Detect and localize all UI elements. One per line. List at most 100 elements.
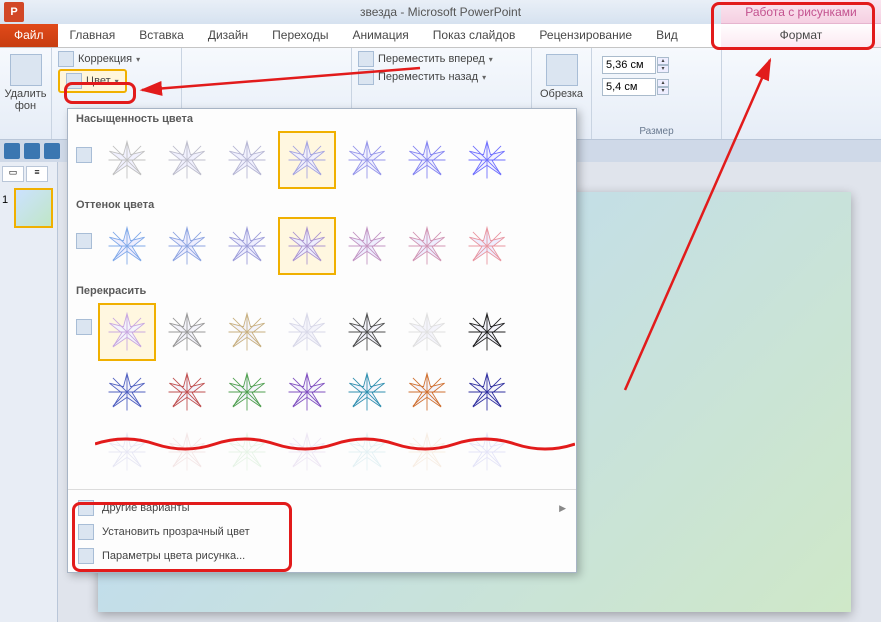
color-swatch[interactable] [278, 363, 336, 421]
tab-slideshow[interactable]: Показ слайдов [421, 23, 528, 47]
tab-insert[interactable]: Вставка [127, 23, 196, 47]
color-dropdown: Насыщенность цвета Оттенок цвета [67, 108, 577, 573]
remove-bg-icon [10, 54, 42, 86]
height-spinner[interactable]: ▴▾ [657, 57, 669, 73]
color-swatch[interactable] [398, 131, 456, 189]
color-swatch[interactable] [98, 217, 156, 275]
star-icon [285, 310, 329, 354]
tab-design[interactable]: Дизайн [196, 23, 260, 47]
send-backward-label: Переместить назад [378, 71, 478, 83]
style-preset-2[interactable] [232, 54, 272, 94]
outline-tab[interactable]: ≡ [26, 166, 48, 182]
color-swatch[interactable] [278, 303, 336, 361]
star-icon [405, 370, 449, 414]
submenu-arrow-icon: ▶ [559, 503, 566, 514]
tab-view[interactable]: Вид [644, 23, 690, 47]
star-icon [165, 224, 209, 268]
color-swatch[interactable] [98, 131, 156, 189]
star-icon [345, 224, 389, 268]
save-icon[interactable] [4, 143, 20, 159]
tone-grid [68, 215, 576, 281]
app-icon: P [4, 2, 24, 22]
dropdown-footer: Другие варианты ▶ Установить прозрачный … [68, 492, 576, 572]
color-swatch[interactable] [338, 131, 396, 189]
height-input-row: ▴▾ [598, 56, 715, 74]
star-icon [225, 310, 269, 354]
color-label: Цвет [86, 75, 111, 87]
star-icon [405, 224, 449, 268]
undo-icon[interactable] [24, 143, 40, 159]
slide-thumbnail-1[interactable] [14, 188, 53, 228]
star-icon [225, 138, 269, 182]
color-swatch[interactable] [458, 303, 516, 361]
color-swatch[interactable] [158, 217, 216, 275]
corrections-button[interactable]: Коррекция ▾ [58, 50, 175, 68]
chevron-down-icon: ▾ [136, 55, 140, 64]
color-swatch[interactable] [278, 131, 336, 189]
group-size: ▴▾ ▴▾ Размер [592, 48, 722, 139]
recolor-section-title: Перекрасить [68, 281, 576, 301]
tab-animations[interactable]: Анимация [340, 23, 420, 47]
crop-label: Обрезка [540, 88, 583, 100]
more-variants-item[interactable]: Другие варианты ▶ [68, 496, 576, 520]
chevron-down-icon: ▾ [489, 55, 493, 64]
color-swatch[interactable] [158, 363, 216, 421]
send-backward-button[interactable]: Переместить назад ▾ [358, 68, 525, 86]
width-input[interactable] [602, 78, 656, 96]
color-swatch[interactable] [338, 303, 396, 361]
slides-tab[interactable]: ▭ [2, 166, 24, 182]
color-swatch[interactable] [398, 363, 456, 421]
bring-forward-button[interactable]: Переместить вперед ▾ [358, 50, 525, 68]
star-icon [465, 138, 509, 182]
star-icon [345, 138, 389, 182]
color-icon [66, 73, 82, 89]
ribbon-tabs: Файл Главная Вставка Дизайн Переходы Ани… [0, 24, 881, 48]
tab-format[interactable]: Формат [721, 23, 881, 47]
color-swatch[interactable] [338, 363, 396, 421]
remove-background-button[interactable]: Удалить фон [6, 50, 45, 116]
tab-review[interactable]: Рецензирование [527, 23, 644, 47]
color-swatch[interactable] [158, 131, 216, 189]
color-swatch[interactable] [218, 303, 276, 361]
color-swatch[interactable] [98, 303, 156, 361]
style-preset-1[interactable] [188, 54, 228, 94]
group-remove-bg: Удалить фон [0, 48, 52, 139]
color-swatch[interactable] [458, 363, 516, 421]
tab-file[interactable]: Файл [0, 23, 58, 47]
color-swatch[interactable] [338, 217, 396, 275]
picture-color-options-item[interactable]: Параметры цвета рисунка... [68, 544, 576, 568]
color-swatch[interactable] [218, 131, 276, 189]
color-button[interactable]: Цвет ▾ [58, 68, 175, 94]
color-swatch[interactable] [458, 217, 516, 275]
palette-icon [78, 500, 94, 516]
height-input[interactable] [602, 56, 656, 74]
slide-thumbnail-panel: ▭ ≡ 1 [0, 162, 58, 622]
tab-transitions[interactable]: Переходы [260, 23, 340, 47]
options-icon [78, 548, 94, 564]
crop-button[interactable]: Обрезка [538, 50, 585, 104]
color-swatch[interactable] [398, 303, 456, 361]
slide-number: 1 [2, 194, 8, 206]
send-backward-icon [358, 69, 374, 85]
star-icon [405, 310, 449, 354]
color-swatch[interactable] [158, 303, 216, 361]
color-swatch[interactable] [278, 217, 336, 275]
color-swatch[interactable] [398, 217, 456, 275]
picture-color-options-label: Параметры цвета рисунка... [102, 550, 245, 562]
recolor-icon [76, 319, 92, 335]
set-transparent-item[interactable]: Установить прозрачный цвет [68, 520, 576, 544]
contextual-tab-title: Работа с рисунками [721, 0, 881, 24]
star-icon [345, 310, 389, 354]
color-swatch[interactable] [218, 363, 276, 421]
size-group-label: Размер [598, 126, 715, 139]
width-spinner[interactable]: ▴▾ [657, 79, 669, 95]
saturation-grid [68, 129, 576, 195]
redo-icon[interactable] [44, 143, 60, 159]
color-swatch[interactable] [458, 131, 516, 189]
color-swatch[interactable] [98, 363, 156, 421]
style-preset-3[interactable] [276, 54, 316, 94]
window-title: звезда - Microsoft PowerPoint [360, 5, 521, 19]
star-icon [405, 138, 449, 182]
color-swatch[interactable] [218, 217, 276, 275]
tab-home[interactable]: Главная [58, 23, 128, 47]
